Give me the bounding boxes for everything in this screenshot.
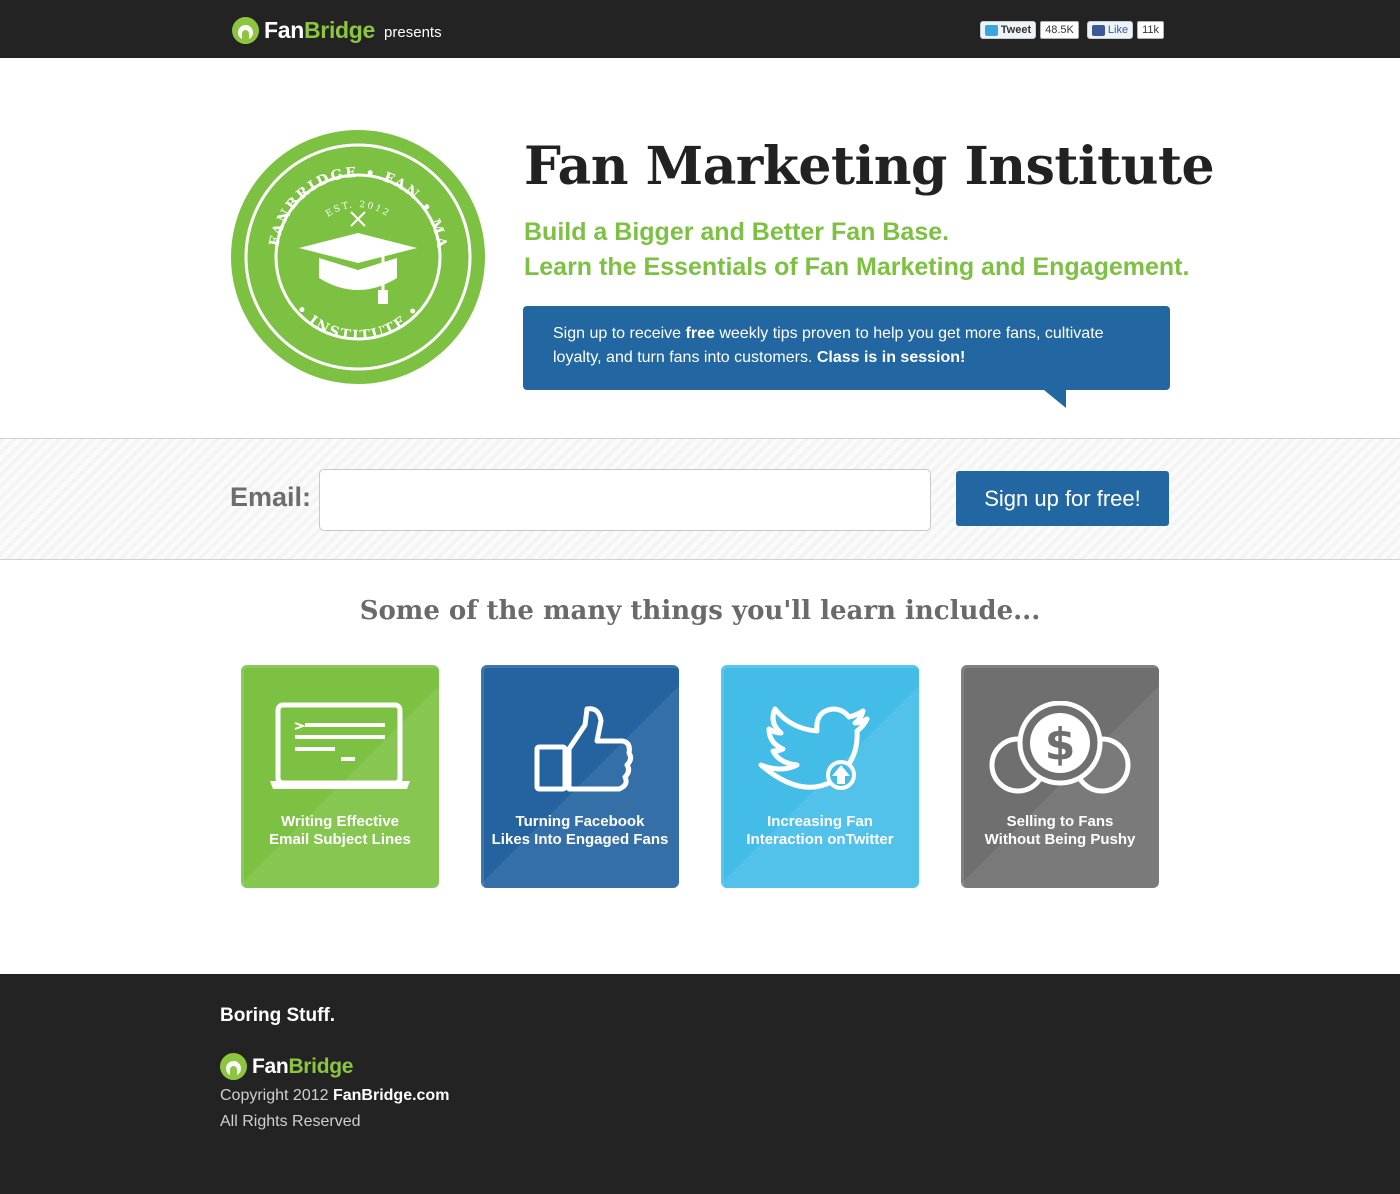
copyright-prefix: Copyright 2012 <box>220 1087 333 1104</box>
institute-badge-logo: FANBRIDGE • FAN • MARKETING • INSTITUTE … <box>231 130 485 384</box>
facebook-like-button[interactable]: Like <box>1086 21 1134 39</box>
fanbridge-logo-icon <box>220 1053 247 1080</box>
callout-bold-free: free <box>685 325 715 342</box>
topic-card-line-1: Writing Effective <box>280 813 400 830</box>
tweet-button[interactable]: Tweet <box>979 21 1037 39</box>
brand-name-fan: Fan <box>264 16 304 43</box>
svg-text:$: $ <box>1045 719 1076 770</box>
facebook-icon <box>1091 24 1105 36</box>
topic-card-label: Writing Effective Email Subject Lines <box>241 813 439 849</box>
topic-card-email-subject-lines[interactable]: Writing Effective Email Subject Lines <box>241 665 439 888</box>
callout-bold-session: Class is in session! <box>816 349 966 366</box>
tweet-count: 48.5K <box>1040 21 1079 39</box>
footer-brand-name: FanBridge <box>252 1055 353 1079</box>
hero-subtitle: Build a Bigger and Better Fan Base. Lear… <box>524 215 1189 285</box>
topic-card-facebook-likes[interactable]: Turning Facebook Likes Into Engaged Fans <box>481 665 679 888</box>
tweet-label: Tweet <box>1000 24 1032 36</box>
footer-brand-bridge: Bridge <box>288 1054 354 1078</box>
footer-heading: Boring Stuff. <box>220 1005 336 1026</box>
copyright-site-link[interactable]: FanBridge.com <box>333 1087 449 1104</box>
like-count: 11k <box>1137 21 1164 39</box>
topic-card-line-2: Email Subject Lines <box>269 831 411 848</box>
footer <box>0 974 1400 1194</box>
brand-name: FanBridge <box>264 17 375 44</box>
fanbridge-logo-icon <box>232 16 259 44</box>
topic-card-twitter-interaction[interactable]: Increasing Fan Interaction onTwitter <box>721 665 919 888</box>
email-input[interactable] <box>319 469 931 531</box>
topic-card-label: Turning Facebook Likes Into Engaged Fans <box>481 813 679 849</box>
thumbs-up-icon <box>534 706 634 792</box>
topic-card-line-2: Interaction onTwitter <box>746 831 894 848</box>
signup-callout: Sign up to receive free weekly tips prov… <box>523 306 1170 390</box>
rights-reserved-text: All Rights Reserved <box>220 1113 361 1130</box>
topic-card-label: Selling to Fans Without Being Pushy <box>961 813 1159 849</box>
page-title: Fan Marketing Institute <box>524 136 1215 197</box>
signup-button[interactable]: Sign up for free! <box>956 471 1169 526</box>
footer-brand-fan: Fan <box>252 1054 289 1078</box>
presents-text: presents <box>384 23 442 41</box>
social-buttons: Tweet 48.5K Like 11k <box>979 21 1168 39</box>
twitter-icon <box>984 24 998 36</box>
twitter-bird-icon <box>758 706 870 790</box>
copyright-text: Copyright 2012 FanBridge.com <box>220 1087 449 1105</box>
laptop-icon <box>270 702 410 789</box>
hero-subtitle-line-2: Learn the Essentials of Fan Marketing an… <box>524 253 1190 281</box>
email-label: Email: <box>230 482 312 512</box>
callout-text-1: Sign up to receive <box>553 325 686 342</box>
topic-card-line-1: Selling to Fans <box>1006 813 1114 830</box>
footer-fanbridge-logo[interactable]: FanBridge <box>220 1053 353 1080</box>
topic-card-selling-to-fans[interactable]: $ Selling to Fans Without Being Pushy <box>961 665 1159 888</box>
learn-heading: Some of the many things you'll learn inc… <box>359 596 1041 626</box>
fanbridge-logo-link[interactable]: FanBridge presents <box>232 16 442 44</box>
topic-card-line-2: Without Being Pushy <box>984 831 1136 848</box>
brand-name-bridge: Bridge <box>304 16 376 43</box>
like-label: Like <box>1107 24 1129 36</box>
hero-subtitle-line-1: Build a Bigger and Better Fan Base. <box>524 218 950 246</box>
topic-card-line-1: Increasing Fan <box>767 813 873 830</box>
topic-card-line-2: Likes Into Engaged Fans <box>491 831 669 848</box>
coins-icon: $ <box>989 701 1131 794</box>
topic-card-label: Increasing Fan Interaction onTwitter <box>721 813 919 849</box>
callout-tail <box>1044 390 1066 408</box>
topic-card-line-1: Turning Facebook <box>515 813 645 830</box>
top-bar: FanBridge presents Tweet 48.5K Like 11k <box>0 0 1400 58</box>
